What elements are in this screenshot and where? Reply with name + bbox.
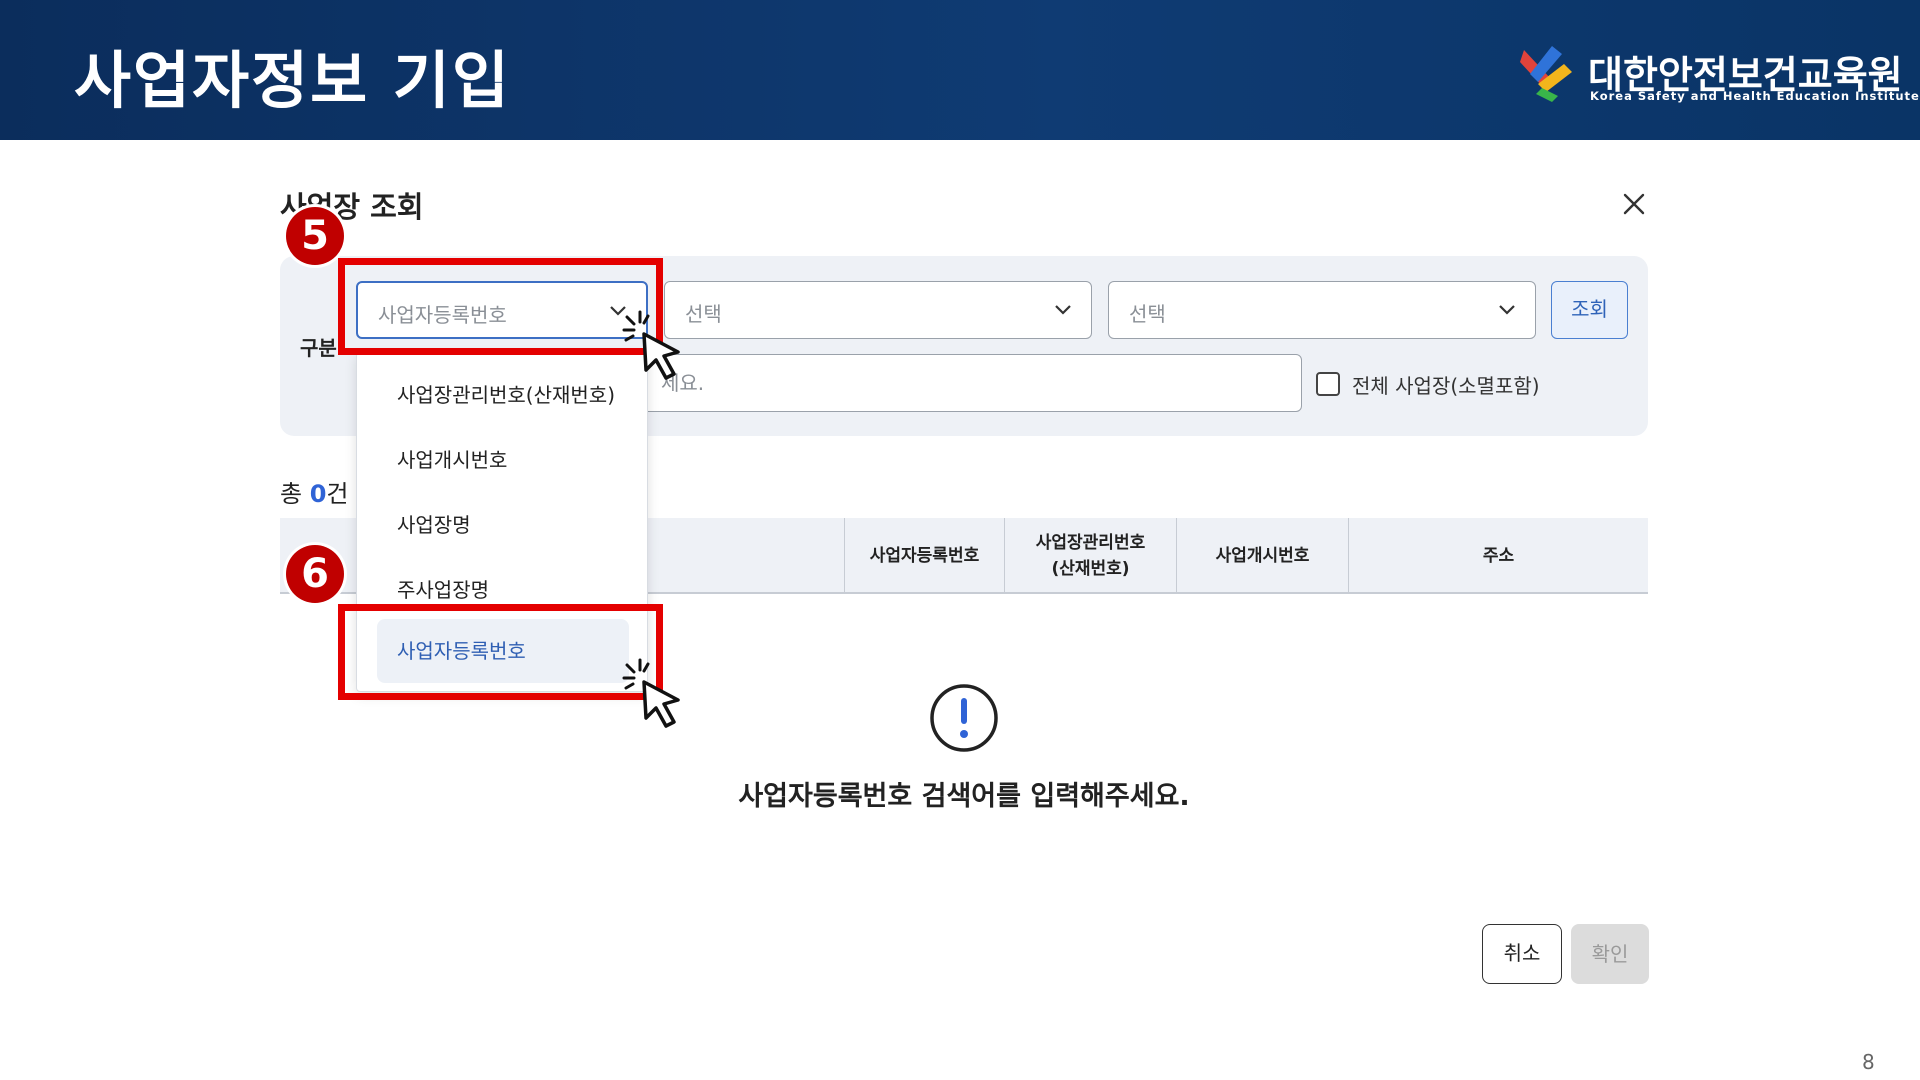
close-icon[interactable] <box>1618 188 1650 220</box>
logo-subtitle: Korea Safety and Health Education Instit… <box>1590 89 1920 103</box>
dropdown-item-start-number[interactable]: 사업개시번호 <box>397 444 507 473</box>
logo-mark-icon <box>1520 46 1572 102</box>
dropdown-item-main-site-name[interactable]: 주사업장명 <box>397 574 489 603</box>
count-value: 0 <box>309 480 327 508</box>
step-badge-6: 6 <box>286 545 344 603</box>
second-select[interactable]: 선택 <box>664 281 1092 339</box>
table-header-address: 주소 <box>1348 518 1648 594</box>
dropdown-item-site-name[interactable]: 사업장명 <box>397 509 471 538</box>
count-prefix: 총 <box>280 480 310 508</box>
checkbox-label: 전체 사업장(소멸포함) <box>1352 374 1540 398</box>
search-button[interactable]: 조회 <box>1551 281 1628 339</box>
cancel-button[interactable]: 취소 <box>1482 924 1562 984</box>
exclamation-icon <box>930 684 998 752</box>
table-header-bizno: 사업자등록번호 <box>844 518 1004 594</box>
logo: 대한안전보건교육원 Korea Safety and Health Educat… <box>1516 40 1919 110</box>
table-header-mgmtno: 사업장관리번호 (산재번호) <box>1004 518 1176 594</box>
filter-label: 구분 <box>300 336 337 360</box>
highlight-box-step6 <box>338 604 663 700</box>
confirm-button[interactable]: 확인 <box>1571 924 1649 984</box>
search-input[interactable] <box>640 354 1302 412</box>
result-count: 총 0건 <box>280 474 349 509</box>
page-number: 8 <box>1862 1050 1875 1074</box>
highlight-box-step5 <box>338 258 663 355</box>
checkbox-icon[interactable] <box>1316 372 1340 396</box>
header-banner: 사업자정보 기입 대한안전보건교육원 Korea Safety and Heal… <box>0 0 1920 140</box>
third-select[interactable]: 선택 <box>1108 281 1536 339</box>
count-suffix: 건 <box>326 480 349 508</box>
table-header-startno: 사업개시번호 <box>1176 518 1348 594</box>
chevron-down-icon <box>1055 305 1071 315</box>
chevron-down-icon <box>1499 305 1515 315</box>
slide-title: 사업자정보 기입 <box>74 44 511 117</box>
empty-state-message: 사업자등록번호 검색어를 입력해주세요. <box>738 781 1190 812</box>
pointer-cursor-icon <box>622 310 680 380</box>
third-select-value: 선택 <box>1129 302 1166 326</box>
dropdown-item-mgmt-number[interactable]: 사업장관리번호(산재번호) <box>397 379 615 408</box>
pointer-cursor-icon <box>622 658 680 728</box>
step-badge-5: 5 <box>286 207 344 265</box>
